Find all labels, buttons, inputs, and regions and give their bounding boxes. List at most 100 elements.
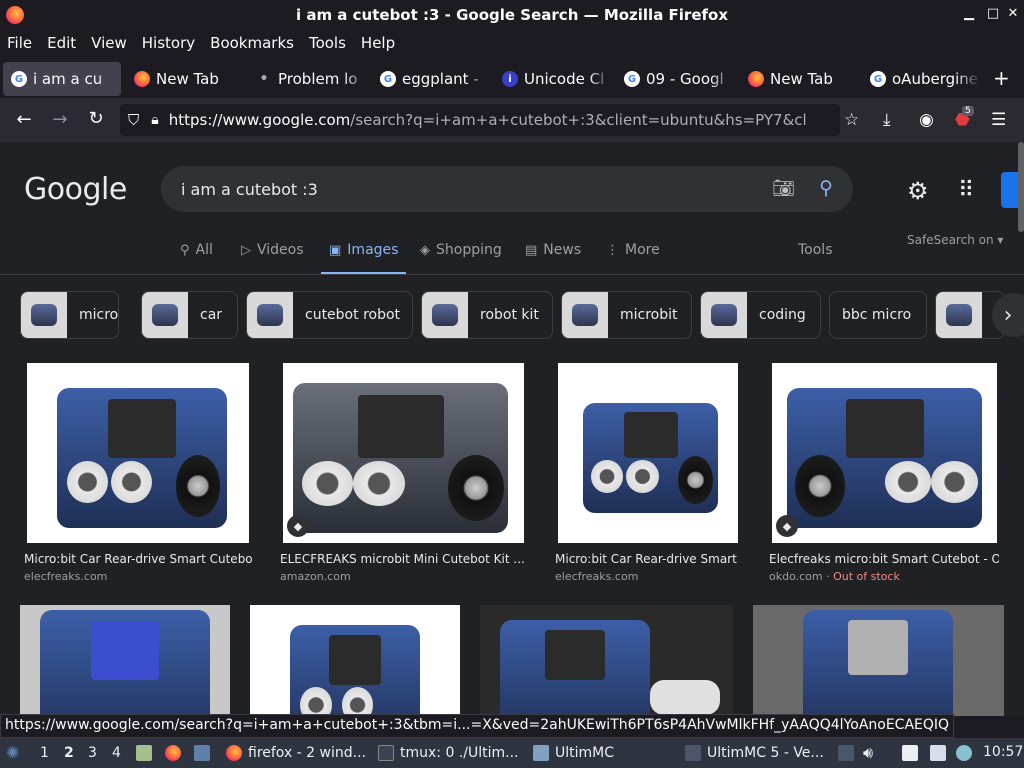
tab-shopping[interactable]: ◈ Shopping (420, 242, 502, 258)
back-icon[interactable]: ← (12, 109, 36, 130)
workspace-1[interactable]: 1 (40, 745, 49, 761)
url-path: /search?q=i+am+a+cutebot+:3&client=ubunt… (350, 111, 807, 129)
lock-icon[interactable]: 🔒︎ (151, 112, 158, 128)
google-logo[interactable]: Google (24, 172, 127, 207)
result-image[interactable] (480, 605, 733, 716)
shield-icon[interactable]: ⛉ (128, 111, 139, 129)
menu-bookmarks[interactable]: Bookmarks (210, 34, 294, 52)
display-icon[interactable] (930, 745, 946, 761)
tab-label: New Tab (156, 70, 219, 88)
video-icon: ▷ (241, 242, 251, 258)
chip-microbit[interactable]: microbit (561, 291, 692, 339)
url-text[interactable]: https://www.google.com/search?q=i+am+a+c… (169, 111, 807, 129)
tab-news[interactable]: ▤ News (525, 242, 581, 258)
menu-edit[interactable]: Edit (47, 34, 76, 52)
tab-0[interactable]: G i am a cu (3, 62, 121, 96)
workspace-3[interactable]: 3 (88, 745, 97, 761)
search-type-tabs: ⚲ All ▷ Videos ▣ Images ◈ Shopping ▤ News ⋮ Mo… (0, 238, 1024, 275)
workspace-4[interactable]: 4 (112, 745, 121, 761)
window-launcher-icon[interactable] (194, 745, 210, 761)
result-image[interactable] (753, 605, 1004, 716)
tab-all[interactable]: ⚲ All (180, 242, 213, 258)
network-icon[interactable] (956, 745, 972, 761)
url-bar[interactable]: ⛉ 🔒︎ https://www.google.com/search?q=i+a… (120, 104, 840, 136)
search-box[interactable]: i am a cutebot :3 📷︎ ⚲ (161, 166, 853, 212)
menu-file[interactable]: File (7, 34, 32, 52)
tray-app-icon[interactable] (838, 745, 854, 761)
tab-6[interactable]: New Tab (740, 62, 860, 96)
result-caption[interactable]: Elecfreaks micro:bit Smart Cutebot - OK.… (769, 552, 999, 566)
reload-icon[interactable]: ↻ (84, 108, 108, 129)
forward-icon[interactable]: → (48, 109, 72, 130)
downloads-icon[interactable]: ⤓ (883, 110, 891, 130)
search-icon[interactable]: ⚲ (819, 177, 833, 199)
chip-label: car (200, 307, 223, 323)
clipboard-icon[interactable] (902, 745, 918, 761)
tab-videos[interactable]: ▷ Videos (241, 242, 304, 258)
tab-more[interactable]: ⋮ More (606, 242, 660, 258)
taskbar-item-ultimmc[interactable]: UltimMC (555, 745, 614, 761)
tab-4[interactable]: i Unicode Cl (494, 62, 612, 96)
chip-coding[interactable]: coding (700, 291, 821, 339)
result-source[interactable]: elecfreaks.com (24, 570, 107, 583)
volume-icon[interactable]: 🔊︎ (863, 743, 873, 763)
result-caption[interactable]: Micro:bit Car Rear-drive Smart C... (555, 552, 741, 566)
menu-help[interactable]: Help (361, 34, 395, 52)
tab-1[interactable]: New Tab (126, 62, 246, 96)
taskbar-item-ultimmc5[interactable]: UltimMC 5 - Ve... (707, 745, 824, 761)
firefox-icon (748, 71, 764, 87)
taskbar-item-firefox[interactable]: firefox - 2 wind... (248, 745, 366, 761)
maximize-icon[interactable]: □ (984, 6, 1002, 21)
firefox-launcher-icon[interactable] (165, 745, 181, 761)
menu-view[interactable]: View (91, 34, 127, 52)
file-manager-icon[interactable] (136, 745, 152, 761)
result-image[interactable] (250, 605, 460, 716)
menu-hamburger-icon[interactable]: ☰ (991, 110, 1006, 130)
chip-bbc-micro[interactable]: bbc micro (829, 291, 927, 339)
chip-car[interactable]: car (141, 291, 238, 339)
menu-tools[interactable]: Tools (309, 34, 346, 52)
firefox-icon (134, 71, 150, 87)
result-source[interactable]: elecfreaks.com (555, 570, 638, 583)
divider (0, 274, 1024, 275)
menu-history[interactable]: History (142, 34, 195, 52)
tab-5[interactable]: G 09 - Googl (616, 62, 734, 96)
extension-glasses-icon[interactable]: ◉ (919, 110, 934, 130)
result-image[interactable]: ◆ (772, 363, 997, 543)
out-of-stock-label: Out of stock (833, 570, 900, 583)
result-caption[interactable]: Micro:bit Car Rear-drive Smart Cutebot .… (24, 552, 252, 566)
result-caption[interactable]: ELECFREAKS microbit Mini Cutebot Kit ... (280, 552, 526, 566)
minimize-icon[interactable]: ▁ (960, 6, 978, 21)
search-input[interactable]: i am a cutebot :3 (181, 180, 318, 199)
result-source[interactable]: amazon.com (280, 570, 351, 583)
tab-2[interactable]: • Problem lo (248, 62, 368, 96)
chip-thumbnail (936, 292, 982, 338)
tab-images[interactable]: ▣ Images (320, 242, 407, 275)
page-scrollbar[interactable] (1018, 142, 1024, 232)
workspace-2[interactable]: 2 (64, 745, 74, 761)
tab-3[interactable]: G eggplant - (372, 62, 490, 96)
close-icon[interactable]: ✕ (1004, 6, 1022, 21)
result-image[interactable] (558, 363, 738, 543)
apps-grid-icon[interactable]: ⠿ (958, 178, 974, 203)
result-image[interactable]: ◆ (283, 363, 524, 543)
chip-micro[interactable]: micro (20, 291, 119, 339)
start-menu-icon[interactable]: ✺ (6, 743, 19, 762)
gear-icon[interactable]: ⚙ (907, 177, 929, 205)
tools-button[interactable]: Tools (798, 242, 833, 258)
result-source[interactable]: okdo.com · Out of stock (769, 570, 900, 583)
tab-7[interactable]: G oAubergine (862, 62, 980, 96)
bookmark-star-icon[interactable]: ☆ (844, 110, 859, 130)
ultimmc-icon (685, 745, 701, 761)
robot-picture (57, 388, 227, 528)
result-image[interactable] (20, 605, 230, 716)
url-host: https://www.google.com (168, 111, 351, 129)
camera-icon[interactable]: 📷︎ (772, 178, 795, 199)
chip-robot-kit[interactable]: robot kit (421, 291, 553, 339)
result-image[interactable] (27, 363, 249, 543)
chip-cutebot-robot[interactable]: cutebot robot (246, 291, 413, 339)
taskbar-item-tmux[interactable]: tmux: 0 ./Ultim... (400, 745, 518, 761)
tab-videos-label: Videos (257, 242, 304, 258)
safesearch-toggle[interactable]: SafeSearch on ▾ (907, 233, 1003, 247)
new-tab-button[interactable]: + (993, 66, 1010, 90)
